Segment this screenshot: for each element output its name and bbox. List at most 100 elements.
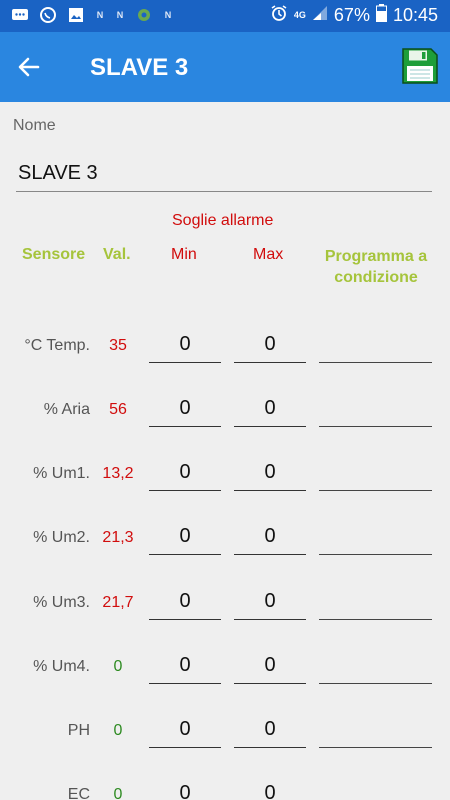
min-threshold-value: 0: [179, 461, 191, 483]
max-threshold-input[interactable]: 0: [234, 323, 306, 363]
sensor-row-um3: % Um3. 21,7 0 0: [0, 574, 450, 634]
signal-icon: [312, 5, 328, 26]
alarm-thresholds-title: Soglie allarme: [172, 212, 274, 229]
program-condition-input[interactable]: [319, 644, 432, 684]
program-condition-input[interactable]: [319, 387, 432, 427]
sensor-label: % Um4.: [33, 658, 90, 675]
sensor-label: % Um3.: [33, 594, 90, 611]
alarm-icon: [270, 4, 288, 27]
program-condition-input[interactable]: [319, 708, 432, 748]
min-threshold-value: 0: [179, 782, 191, 800]
notification-n-icon: N: [116, 10, 124, 20]
max-threshold-input[interactable]: 0: [234, 451, 306, 491]
program-header-line2: condizione: [334, 269, 418, 286]
save-floppy-icon[interactable]: [402, 48, 438, 84]
battery-percent: 67%: [333, 5, 370, 25]
min-threshold-input[interactable]: 0: [149, 580, 221, 620]
sensor-label: % Aria: [43, 401, 90, 418]
back-arrow-icon[interactable]: [16, 54, 42, 80]
sensor-value: 56: [109, 401, 127, 418]
min-threshold-input[interactable]: 0: [149, 772, 221, 800]
max-threshold-value: 0: [264, 525, 276, 547]
sensor-row-um1: % Um1. 13,2 0 0: [0, 445, 450, 505]
sensor-label: % Um2.: [33, 529, 90, 546]
min-threshold-input[interactable]: 0: [149, 323, 221, 363]
max-threshold-value: 0: [264, 590, 276, 612]
sensor-label: % Um1.: [33, 465, 90, 482]
sensor-column-header: Sensore: [22, 246, 86, 263]
clock: 10:45: [392, 5, 438, 25]
sensor-row-ec: EC 0 0 0: [0, 766, 450, 800]
message-icon: [10, 6, 30, 24]
max-threshold-value: 0: [264, 333, 276, 355]
battery-icon: [375, 4, 387, 27]
program-condition-value: [319, 387, 432, 397]
min-threshold-input[interactable]: 0: [149, 387, 221, 427]
program-condition-input[interactable]: [319, 323, 432, 363]
min-threshold-value: 0: [179, 654, 191, 676]
max-threshold-input[interactable]: 0: [234, 708, 306, 748]
sensor-row-aria: % Aria 56 0 0: [0, 381, 450, 441]
sensor-value: 0: [113, 722, 123, 739]
whatsapp-icon: [38, 6, 58, 24]
sensor-label: °C Temp.: [24, 337, 90, 354]
program-condition-value: [319, 644, 432, 654]
min-threshold-value: 0: [179, 397, 191, 419]
name-input[interactable]: SLAVE 3: [16, 160, 432, 192]
sensor-row-temp: °C Temp. 35 0 0: [0, 317, 450, 377]
sensor-row-ph: PH 0 0 0: [0, 702, 450, 762]
notification-n-icon: N: [96, 10, 104, 20]
program-condition-value: [319, 515, 432, 525]
max-threshold-input[interactable]: 0: [234, 644, 306, 684]
image-icon: [66, 6, 86, 24]
program-column-header: Programma a condizione: [320, 246, 432, 288]
program-condition-input[interactable]: [319, 772, 432, 800]
max-threshold-value: 0: [264, 461, 276, 483]
program-condition-value: [319, 323, 432, 333]
name-input-value: SLAVE 3: [18, 162, 98, 184]
max-threshold-input[interactable]: 0: [234, 387, 306, 427]
max-threshold-value: 0: [264, 654, 276, 676]
page-title: SLAVE 3: [90, 54, 189, 81]
program-condition-input[interactable]: [319, 580, 432, 620]
min-threshold-input[interactable]: 0: [149, 708, 221, 748]
app-notification-icon: [134, 6, 154, 24]
min-threshold-value: 0: [179, 333, 191, 355]
notification-icons: N N N: [10, 6, 174, 24]
notification-n-icon: N: [164, 10, 172, 20]
max-threshold-input[interactable]: 0: [234, 515, 306, 555]
sensor-row-um4: % Um4. 0 0 0: [0, 638, 450, 698]
max-threshold-input[interactable]: 0: [234, 772, 306, 800]
max-threshold-value: 0: [264, 782, 276, 800]
sensor-value: 13,2: [102, 465, 134, 482]
sensor-value: 21,3: [102, 529, 134, 546]
sensor-value: 0: [113, 658, 123, 675]
program-condition-input[interactable]: [319, 515, 432, 555]
status-bar: N N N 4G 67% 10:45: [0, 0, 450, 32]
sensor-label: PH: [67, 722, 90, 739]
min-threshold-value: 0: [179, 590, 191, 612]
min-threshold-input[interactable]: 0: [149, 644, 221, 684]
min-threshold-value: 0: [179, 718, 191, 740]
name-label: Nome: [13, 117, 56, 134]
system-indicators: 4G 67% 10:45: [270, 4, 438, 27]
sensor-row-um2: % Um2. 21,3 0 0: [0, 509, 450, 569]
max-threshold-input[interactable]: 0: [234, 580, 306, 620]
program-condition-value: [319, 772, 432, 782]
program-condition-value: [319, 580, 432, 590]
min-threshold-input[interactable]: 0: [149, 451, 221, 491]
sensor-value: 21,7: [102, 594, 134, 611]
program-condition-input[interactable]: [319, 451, 432, 491]
max-column-header: Max: [253, 246, 284, 263]
program-header-line1: Programma a: [324, 248, 428, 265]
sensor-label: EC: [67, 786, 90, 800]
max-threshold-value: 0: [264, 718, 276, 740]
sensor-value: 0: [113, 786, 123, 800]
min-threshold-value: 0: [179, 525, 191, 547]
sensor-value: 35: [109, 337, 127, 354]
min-column-header: Min: [171, 246, 197, 263]
max-threshold-value: 0: [264, 397, 276, 419]
app-bar: SLAVE 3: [0, 32, 450, 102]
min-threshold-input[interactable]: 0: [149, 515, 221, 555]
value-column-header: Val.: [103, 246, 131, 263]
